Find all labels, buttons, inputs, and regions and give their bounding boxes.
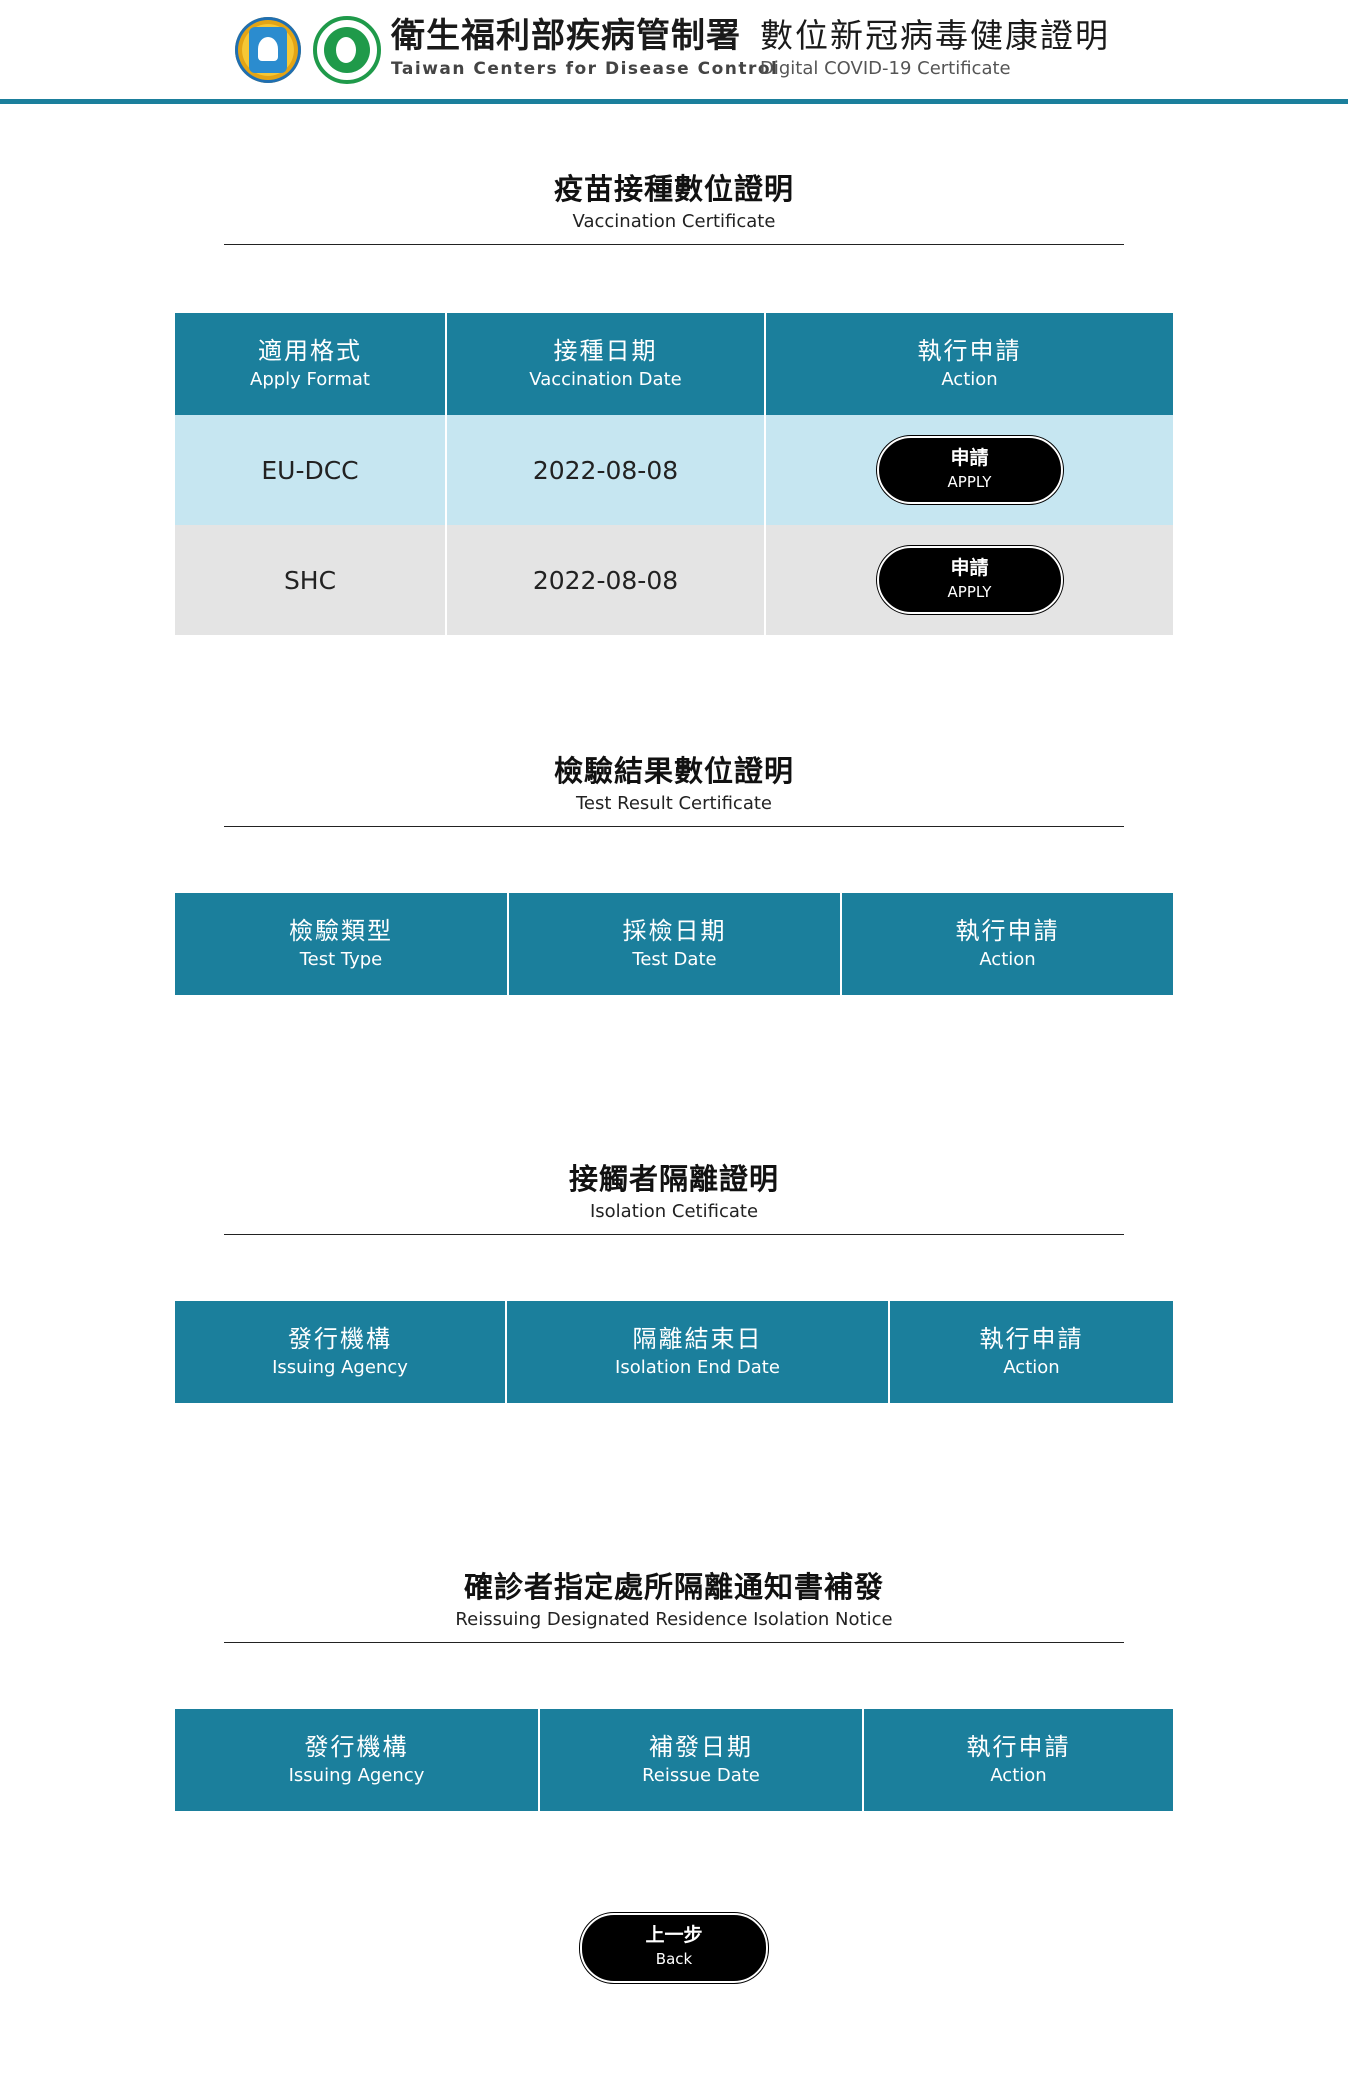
apply-button-label-zh: 申請 — [950, 447, 989, 469]
action-cell: 申請 APPLY — [764, 415, 1173, 525]
column-header-test-date: 採檢日期 Test Date — [507, 893, 841, 995]
apply-button-label-zh: 申請 — [950, 557, 989, 579]
column-header-zh: 隔離結束日 — [632, 1325, 763, 1353]
column-header-en: Isolation End Date — [615, 1357, 780, 1378]
column-header-issuing-agency: 發行機構 Issuing Agency — [175, 1709, 539, 1811]
column-header-en: Issuing Agency — [288, 1765, 425, 1786]
column-header-action: 執行申請 Action — [888, 1301, 1173, 1403]
column-header-en: Test Type — [299, 949, 383, 970]
agency-name-zh: 衛生福利部疾病管制署 — [391, 16, 741, 56]
column-header-zh: 執行申請 — [979, 1325, 1084, 1353]
back-button-label-en: Back — [655, 1950, 693, 1968]
reissue-table-header: 發行機構 Issuing Agency 補發日期 Reissue Date 執行… — [175, 1709, 1173, 1811]
site-header: 衛生福利部疾病管制署 Taiwan Centers for Disease Co… — [0, 0, 1348, 104]
mohw-logo-icon — [235, 17, 301, 83]
column-header-en: Action — [979, 949, 1036, 970]
vaccination-title-zh: 疫苗接種數位證明 — [553, 172, 794, 206]
apply-button-label-en: APPLY — [947, 473, 992, 491]
apply-button-label-en: APPLY — [947, 583, 992, 601]
column-header-en: Action — [990, 1765, 1047, 1786]
reissue-title-zh: 確診者指定處所隔離通知書補發 — [463, 1570, 884, 1604]
action-cell: 申請 APPLY — [764, 525, 1173, 635]
column-header-en: Action — [1003, 1357, 1060, 1378]
column-header-action: 執行申請 Action — [840, 893, 1173, 995]
column-header-vaccination-date: 接種日期 Vaccination Date — [445, 313, 765, 415]
agency-name-en: Taiwan Centers for Disease Control — [391, 59, 779, 79]
reissue-section-title: 確診者指定處所隔離通知書補發 Reissuing Designated Resi… — [224, 1566, 1124, 1643]
column-header-zh: 發行機構 — [304, 1733, 409, 1761]
format-cell: SHC — [175, 525, 446, 635]
column-header-en: Vaccination Date — [529, 369, 682, 390]
column-header-reissue-date: 補發日期 Reissue Date — [538, 1709, 863, 1811]
table-row: SHC 2022-08-08 申請 APPLY — [175, 525, 1173, 635]
column-header-test-type: 檢驗類型 Test Type — [175, 893, 508, 995]
column-header-zh: 採檢日期 — [622, 917, 727, 945]
column-header-en: Action — [941, 369, 998, 390]
vaccination-table-header: 適用格式 Apply Format 接種日期 Vaccination Date … — [175, 313, 1173, 415]
column-header-en: Reissue Date — [642, 1765, 760, 1786]
column-header-zh: 發行機構 — [288, 1325, 392, 1353]
format-cell: EU-DCC — [175, 415, 446, 525]
column-header-zh: 執行申請 — [966, 1733, 1071, 1761]
vaccination-section-title: 疫苗接種數位證明 Vaccination Certificate — [224, 168, 1124, 245]
test-title-en: Test Result Certificate — [575, 793, 772, 814]
test-table: 檢驗類型 Test Type 採檢日期 Test Date 執行申請 Actio… — [175, 893, 1173, 995]
column-header-zh: 補發日期 — [649, 1733, 753, 1761]
reissue-table: 發行機構 Issuing Agency 補發日期 Reissue Date 執行… — [175, 1709, 1173, 1811]
back-button[interactable]: 上一步 Back — [580, 1913, 768, 1983]
isolation-title-zh: 接觸者隔離證明 — [568, 1162, 779, 1196]
date-cell: 2022-08-08 — [445, 525, 765, 635]
certificate-name-en: Digital COVID-19 Certificate — [760, 58, 1011, 79]
isolation-title-en: Isolation Cetificate — [589, 1201, 759, 1222]
column-header-apply-format: 適用格式 Apply Format — [175, 313, 446, 415]
isolation-table-header: 發行機構 Issuing Agency 隔離結束日 Isolation End … — [175, 1301, 1173, 1403]
date-cell: 2022-08-08 — [445, 415, 765, 525]
test-table-header: 檢驗類型 Test Type 採檢日期 Test Date 執行申請 Actio… — [175, 893, 1173, 995]
agency-name: 衛生福利部疾病管制署 Taiwan Centers for Disease Co… — [391, 14, 778, 80]
column-header-en: Issuing Agency — [272, 1357, 408, 1378]
isolation-table: 發行機構 Issuing Agency 隔離結束日 Isolation End … — [175, 1301, 1173, 1403]
cdc-logo-icon — [313, 16, 381, 84]
apply-button[interactable]: 申請 APPLY — [876, 436, 1063, 504]
test-title-zh: 檢驗結果數位證明 — [553, 754, 794, 788]
column-header-zh: 適用格式 — [258, 337, 362, 365]
vaccination-title-en: Vaccination Certificate — [572, 211, 776, 232]
apply-button[interactable]: 申請 APPLY — [876, 546, 1063, 614]
back-button-label-zh: 上一步 — [645, 1924, 703, 1946]
isolation-section-title: 接觸者隔離證明 Isolation Cetificate — [224, 1158, 1124, 1235]
column-header-action: 執行申請 Action — [862, 1709, 1173, 1811]
column-header-isolation-end-date: 隔離結束日 Isolation End Date — [505, 1301, 889, 1403]
reissue-title-en: Reissuing Designated Residence Isolation… — [455, 1609, 893, 1630]
column-header-en: Apply Format — [250, 369, 370, 390]
certificate-name: 數位新冠病毒健康證明 Digital COVID-19 Certificate — [760, 14, 1110, 80]
column-header-issuing-agency: 發行機構 Issuing Agency — [175, 1301, 506, 1403]
vaccination-table: 適用格式 Apply Format 接種日期 Vaccination Date … — [175, 313, 1173, 635]
column-header-zh: 檢驗類型 — [289, 917, 393, 945]
column-header-action: 執行申請 Action — [764, 313, 1173, 415]
column-header-zh: 接種日期 — [553, 337, 658, 365]
certificate-name-zh: 數位新冠病毒健康證明 — [760, 16, 1110, 55]
column-header-en: Test Date — [632, 949, 717, 970]
test-section-title: 檢驗結果數位證明 Test Result Certificate — [224, 750, 1124, 827]
column-header-zh: 執行申請 — [955, 917, 1060, 945]
table-row: EU-DCC 2022-08-08 申請 APPLY — [175, 415, 1173, 525]
column-header-zh: 執行申請 — [917, 337, 1022, 365]
